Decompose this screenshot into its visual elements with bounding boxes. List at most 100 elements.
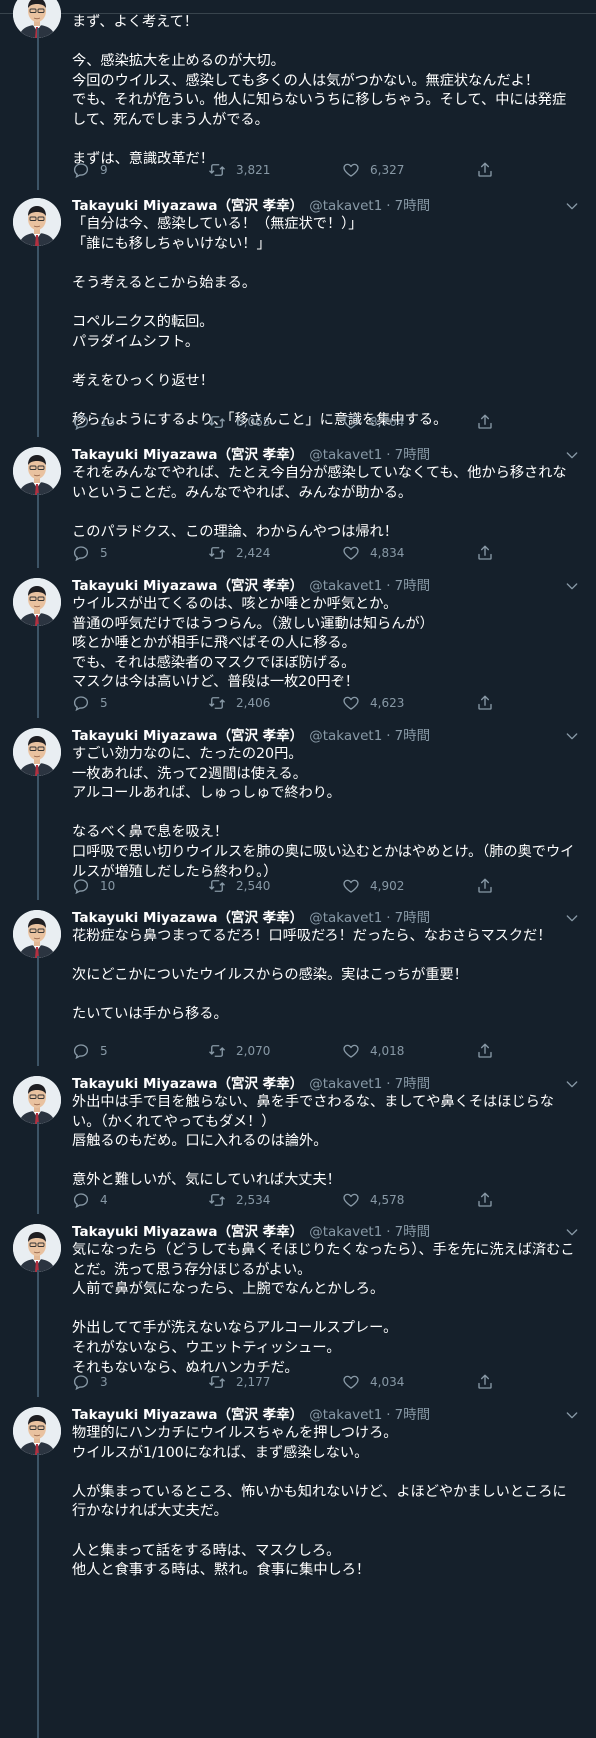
author-handle[interactable]: @takavet1 xyxy=(309,1224,382,1240)
share-button[interactable] xyxy=(476,1041,504,1061)
author-name[interactable]: Takayuki Miyazawa（宮沢 孝幸） xyxy=(72,198,303,214)
reply-icon xyxy=(72,694,100,712)
author-name[interactable]: Takayuki Miyazawa（宮沢 孝幸） xyxy=(72,1407,303,1423)
avatar[interactable] xyxy=(13,1076,61,1124)
tweet[interactable]: まず、よく考えて！ 今、感染拡大を止めるのが大切。 今回のウイルス、感染しても多… xyxy=(0,0,596,190)
avatar[interactable] xyxy=(13,447,61,495)
chevron-down-icon[interactable] xyxy=(564,1224,580,1240)
avatar[interactable] xyxy=(13,728,61,776)
thread-line xyxy=(37,624,39,718)
chevron-down-icon[interactable] xyxy=(564,910,580,926)
retweet-button[interactable]: 2,424 xyxy=(208,543,270,563)
author-handle[interactable]: @takavet1 xyxy=(309,1407,382,1423)
chevron-down-icon[interactable] xyxy=(564,728,580,744)
tweet[interactable]: Takayuki Miyazawa（宮沢 孝幸） @takavet1 · 7時間 花粉症… xyxy=(0,900,596,1066)
tweet-timestamp[interactable]: 7時間 xyxy=(395,1224,431,1240)
avatar[interactable] xyxy=(13,578,61,626)
heart-icon xyxy=(342,413,370,431)
share-button[interactable] xyxy=(476,412,504,432)
retweet-button[interactable]: 2,540 xyxy=(208,876,270,896)
like-button[interactable]: 4,623 xyxy=(342,693,404,713)
reply-icon xyxy=(72,1373,100,1391)
reply-button[interactable]: 4 xyxy=(72,1190,108,1210)
heart-icon xyxy=(342,544,370,562)
tweet-timestamp[interactable]: 7時間 xyxy=(395,910,431,926)
share-button[interactable] xyxy=(476,160,504,180)
author-handle[interactable]: @takavet1 xyxy=(309,1076,382,1092)
author-handle[interactable]: @takavet1 xyxy=(309,728,382,744)
like-button[interactable]: 4,902 xyxy=(342,876,404,896)
avatar[interactable] xyxy=(13,1224,61,1272)
chevron-down-icon[interactable] xyxy=(564,578,580,594)
chevron-down-icon[interactable] xyxy=(564,198,580,214)
tweet[interactable]: Takayuki Miyazawa（宮沢 孝幸） @takavet1 · 7時間 外出中… xyxy=(0,1066,596,1214)
retweet-icon xyxy=(208,544,236,562)
tweet-timestamp[interactable]: 7時間 xyxy=(395,578,431,594)
tweet-timestamp[interactable]: 7時間 xyxy=(395,1407,431,1423)
reply-icon xyxy=(72,544,100,562)
like-button[interactable]: 4,834 xyxy=(342,543,404,563)
tweet[interactable]: Takayuki Miyazawa（宮沢 孝幸） @takavet1 · 7時間 それを… xyxy=(0,437,596,568)
tweet-text: まず、よく考えて！ 今、感染拡大を止めるのが大切。 今回のウイルス、感染しても多… xyxy=(72,14,567,168)
tweet[interactable]: Takayuki Miyazawa（宮沢 孝幸） @takavet1 · 7時間 すごい… xyxy=(0,718,596,900)
like-count: 4,578 xyxy=(370,1193,405,1207)
tweet[interactable]: Takayuki Miyazawa（宮沢 孝幸） @takavet1 · 7時間 物理的… xyxy=(0,1397,596,1738)
author-name[interactable]: Takayuki Miyazawa（宮沢 孝幸） xyxy=(72,1076,303,1092)
tweet-header: Takayuki Miyazawa（宮沢 孝幸） @takavet1 · 7時間 xyxy=(72,1222,430,1242)
reply-button[interactable]: 3 xyxy=(72,1372,108,1392)
share-button[interactable] xyxy=(476,543,504,563)
author-handle[interactable]: @takavet1 xyxy=(309,578,382,594)
tweet[interactable]: Takayuki Miyazawa（宮沢 孝幸） @takavet1 · 7時間 「自分… xyxy=(0,190,596,437)
like-button[interactable]: 8,764 xyxy=(342,412,404,432)
author-handle[interactable]: @takavet1 xyxy=(309,198,382,214)
thread-line xyxy=(37,1122,39,1214)
chevron-down-icon[interactable] xyxy=(564,1407,580,1423)
author-name[interactable]: Takayuki Miyazawa（宮沢 孝幸） xyxy=(72,728,303,744)
retweet-button[interactable]: 2,534 xyxy=(208,1190,270,1210)
tweet[interactable]: Takayuki Miyazawa（宮沢 孝幸） @takavet1 · 7時間 ウイル… xyxy=(0,568,596,718)
author-handle[interactable]: @takavet1 xyxy=(309,910,382,926)
retweet-count: 2,540 xyxy=(236,879,271,893)
retweet-button[interactable]: 3,821 xyxy=(208,160,270,180)
author-handle[interactable]: @takavet1 xyxy=(309,447,382,463)
reply-button[interactable]: 5 xyxy=(72,543,108,563)
chevron-down-icon[interactable] xyxy=(564,1076,580,1092)
retweet-button[interactable]: 6,065 xyxy=(208,412,270,432)
tweet-timestamp[interactable]: 7時間 xyxy=(395,1076,431,1092)
avatar[interactable] xyxy=(13,198,61,246)
thread-line xyxy=(37,1453,39,1738)
share-button[interactable] xyxy=(476,876,504,896)
author-name[interactable]: Takayuki Miyazawa（宮沢 孝幸） xyxy=(72,578,303,594)
author-name[interactable]: Takayuki Miyazawa（宮沢 孝幸） xyxy=(72,1224,303,1240)
tweet-timestamp[interactable]: 7時間 xyxy=(395,447,431,463)
retweet-button[interactable]: 2,070 xyxy=(208,1041,270,1061)
like-button[interactable]: 4,034 xyxy=(342,1372,404,1392)
share-button[interactable] xyxy=(476,1372,504,1392)
tweet[interactable]: Takayuki Miyazawa（宮沢 孝幸） @takavet1 · 7時間 気にな… xyxy=(0,1214,596,1397)
author-name[interactable]: Takayuki Miyazawa（宮沢 孝幸） xyxy=(72,447,303,463)
like-button[interactable]: 6,327 xyxy=(342,160,404,180)
thread-line xyxy=(37,28,39,190)
retweet-icon xyxy=(208,161,236,179)
avatar[interactable] xyxy=(13,1407,61,1455)
tweet-timestamp[interactable]: 7時間 xyxy=(395,198,431,214)
thread-line xyxy=(37,246,39,437)
reply-button[interactable]: 10 xyxy=(72,876,115,896)
tweet-timestamp[interactable]: 7時間 xyxy=(395,728,431,744)
retweet-button[interactable]: 2,406 xyxy=(208,693,270,713)
reply-icon xyxy=(72,1191,100,1209)
chevron-down-icon[interactable] xyxy=(564,447,580,463)
share-button[interactable] xyxy=(476,1190,504,1210)
reply-button[interactable]: 13 xyxy=(72,412,115,432)
avatar[interactable] xyxy=(13,910,61,958)
like-button[interactable]: 4,018 xyxy=(342,1041,404,1061)
author-name[interactable]: Takayuki Miyazawa（宮沢 孝幸） xyxy=(72,910,303,926)
reply-button[interactable]: 9 xyxy=(72,160,108,180)
retweet-count: 3,821 xyxy=(236,163,271,177)
like-button[interactable]: 4,578 xyxy=(342,1190,404,1210)
reply-button[interactable]: 5 xyxy=(72,1041,108,1061)
retweet-button[interactable]: 2,177 xyxy=(208,1372,270,1392)
tweet-actions: 5 2,070 4,018 xyxy=(72,1041,502,1061)
share-button[interactable] xyxy=(476,693,504,713)
reply-button[interactable]: 5 xyxy=(72,693,108,713)
